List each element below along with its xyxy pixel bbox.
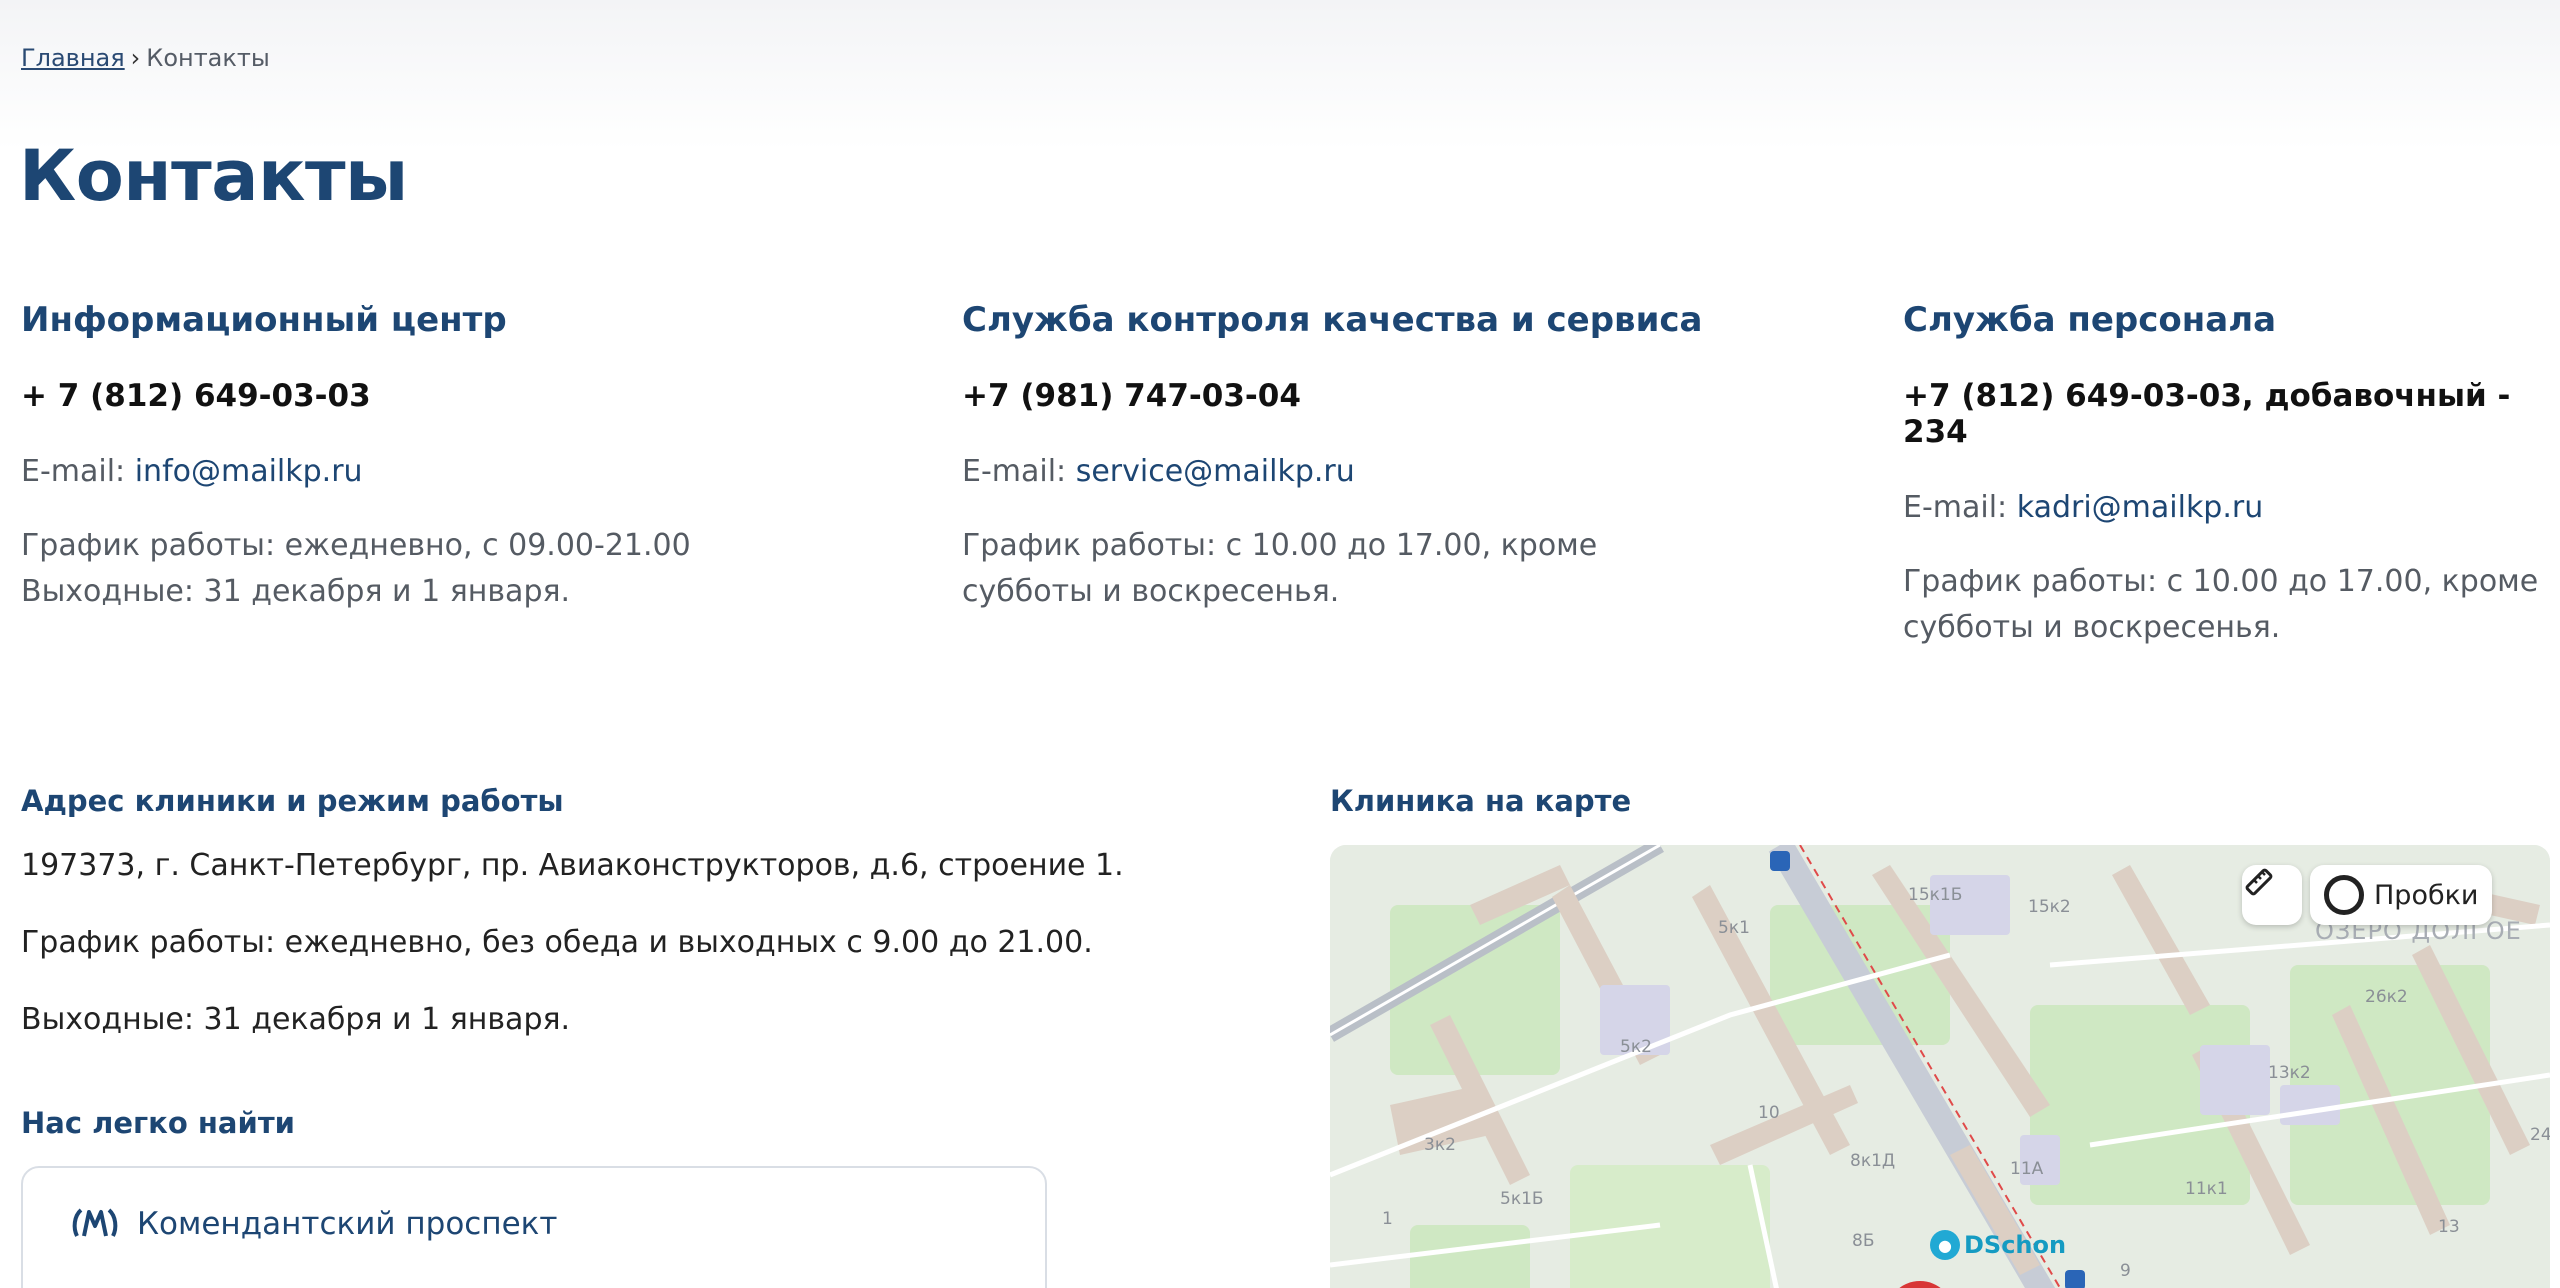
breadcrumb: Главная › Контакты: [21, 44, 270, 72]
traffic-icon: [2324, 875, 2364, 915]
traffic-button[interactable]: Пробки: [2310, 865, 2492, 925]
contact-email-row: E-mail: kadri@mailkp.ru: [1903, 490, 2543, 525]
contact-column-title: Информационный центр: [21, 300, 507, 340]
map-section-title: Клиника на карте: [1330, 784, 1632, 818]
schedule: График работы: с 10.00 до 17.00, кроме су…: [1903, 559, 2543, 651]
map-house-label: 13: [2438, 1217, 2460, 1237]
map-house-label: 8Б: [1852, 1231, 1875, 1251]
contact-email-row: E-mail: service@mailkp.ru: [962, 454, 1862, 489]
map-house-label: 5к1Б: [1500, 1189, 1544, 1209]
schedule-line: График работы: ежедневно, с 09.00-21.00: [21, 528, 691, 563]
contact-column-info-center: Информационный центр + 7 (812) 649-03-03…: [21, 300, 921, 615]
schedule-line: субботы и воскресенья.: [962, 574, 1340, 609]
map-widget[interactable]: 15к1Б 15к2 5к1 5к2 26к2 13к2 10 3к2 8к1Д…: [1330, 845, 2550, 1288]
find-section-title: Нас легко найти: [21, 1106, 295, 1140]
map-poi[interactable]: ● DSchon: [1930, 1230, 2066, 1260]
map-house-label: 11к1: [2185, 1179, 2228, 1199]
email-label: E-mail:: [962, 454, 1067, 489]
directions-card: Комендантский проспект: [21, 1166, 1047, 1288]
map-house-label: 15к2: [2028, 897, 2071, 917]
email-link[interactable]: service@mailkp.ru: [1076, 454, 1355, 489]
breadcrumb-home-link[interactable]: Главная: [21, 44, 125, 72]
contact-column-quality-service: Служба контроля качества и сервиса +7 (9…: [962, 300, 1862, 615]
schedule-line: субботы и воскресенья.: [1903, 610, 2281, 645]
map-poi-label: DSchon: [1964, 1231, 2067, 1259]
metro-station-name: Комендантский проспект: [137, 1206, 558, 1242]
breadcrumb-separator: ›: [130, 44, 141, 72]
metro-icon: [72, 1208, 118, 1237]
map-house-label: 26к2: [2365, 987, 2408, 1007]
schedule-line: График работы: с 10.00 до 17.00, кроме: [1903, 564, 2539, 599]
header-background: [0, 0, 2560, 150]
contact-column-personnel: Служба персонала +7 (812) 649-03-03, доб…: [1903, 300, 2543, 651]
clinic-schedule: График работы: ежедневно, без обеда и вы…: [21, 925, 1093, 960]
contact-phone[interactable]: +7 (812) 649-03-03, добавочный - 234: [1903, 378, 2543, 450]
map-house-label: 11А: [2010, 1159, 2044, 1179]
contact-column-title: Служба контроля качества и сервиса: [962, 300, 1703, 340]
contact-phone[interactable]: +7 (981) 747-03-04: [962, 378, 1862, 414]
page-title: Контакты: [19, 135, 408, 217]
email-label: E-mail:: [21, 454, 126, 489]
clinic-days-off: Выходные: 31 декабря и 1 января.: [21, 1002, 571, 1037]
map-house-label: 10: [1758, 1103, 1780, 1123]
clinic-address: 197373, г. Санкт-Петербург, пр. Авиаконс…: [21, 848, 1124, 883]
metro-station: Комендантский проспект: [71, 1204, 557, 1244]
address-section-title: Адрес клиники и режим работы: [21, 784, 564, 818]
map-house-label: 13к2: [2268, 1063, 2311, 1083]
map-house-label: 1: [1382, 1209, 1393, 1229]
schedule-line: График работы: с 10.00 до 17.00, кроме: [962, 528, 1598, 563]
map-house-label: 15к1Б: [1908, 885, 1963, 905]
breadcrumb-current: Контакты: [146, 44, 270, 72]
schedule-line: Выходные: 31 декабря и 1 января.: [21, 574, 571, 609]
contact-email-row: E-mail: info@mailkp.ru: [21, 454, 921, 489]
map-house-label: 9: [2120, 1261, 2131, 1281]
email-label: E-mail:: [1903, 490, 2008, 525]
contact-column-title: Служба персонала: [1903, 300, 2277, 340]
traffic-label: Пробки: [2374, 879, 2479, 911]
email-link[interactable]: kadri@mailkp.ru: [2017, 490, 2264, 525]
map-house-label: 5к2: [1620, 1037, 1652, 1057]
ruler-icon: [2245, 868, 2273, 896]
email-link[interactable]: info@mailkp.ru: [135, 454, 363, 489]
contact-phone[interactable]: + 7 (812) 649-03-03: [21, 378, 921, 414]
schedule: График работы: с 10.00 до 17.00, кроме су…: [962, 523, 1862, 615]
map-house-label: 3к2: [1424, 1135, 1456, 1155]
ruler-button[interactable]: [2242, 865, 2302, 925]
paw-icon: ●: [1930, 1230, 1960, 1260]
schedule: График работы: ежедневно, с 09.00-21.00 В…: [21, 523, 921, 615]
map-house-label: 5к1: [1718, 918, 1750, 938]
map-house-label: 8к1Д: [1850, 1151, 1896, 1171]
map-house-label: 24: [2530, 1125, 2550, 1145]
